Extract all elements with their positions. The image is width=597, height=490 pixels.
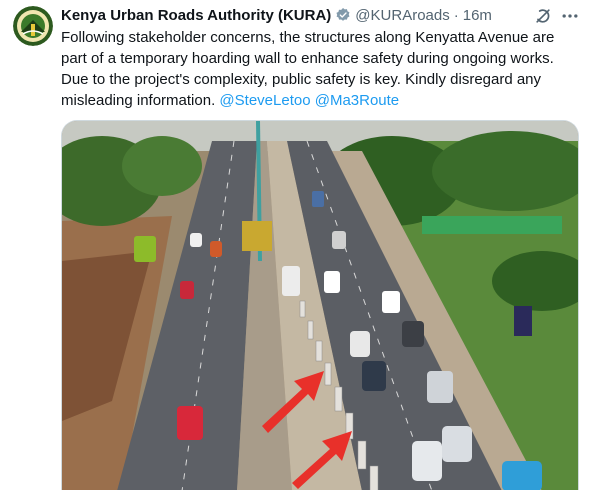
verified-badge-icon[interactable]: [335, 7, 351, 23]
mention-link[interactable]: @SteveLetoo: [219, 92, 310, 109]
separator-dot: ·: [453, 6, 459, 24]
grok-icon[interactable]: [533, 6, 553, 26]
kura-logo: [13, 6, 53, 46]
tweet-header: Kenya Urban Roads Authority (KURA) @KURA…: [61, 4, 492, 26]
tweet-text: Following stakeholder concerns, the stru…: [61, 27, 581, 111]
tweet-media-photo[interactable]: [61, 120, 579, 490]
more-options-icon[interactable]: [560, 6, 580, 26]
author-name[interactable]: Kenya Urban Roads Authority (KURA): [61, 7, 331, 24]
mention-link[interactable]: @Ma3Route: [315, 92, 399, 109]
author-handle[interactable]: @KURAroads: [355, 7, 449, 24]
aerial-photo-kenyatta-avenue: [62, 121, 578, 490]
tweet-timestamp[interactable]: 16m: [463, 7, 492, 24]
author-avatar[interactable]: [13, 6, 53, 46]
